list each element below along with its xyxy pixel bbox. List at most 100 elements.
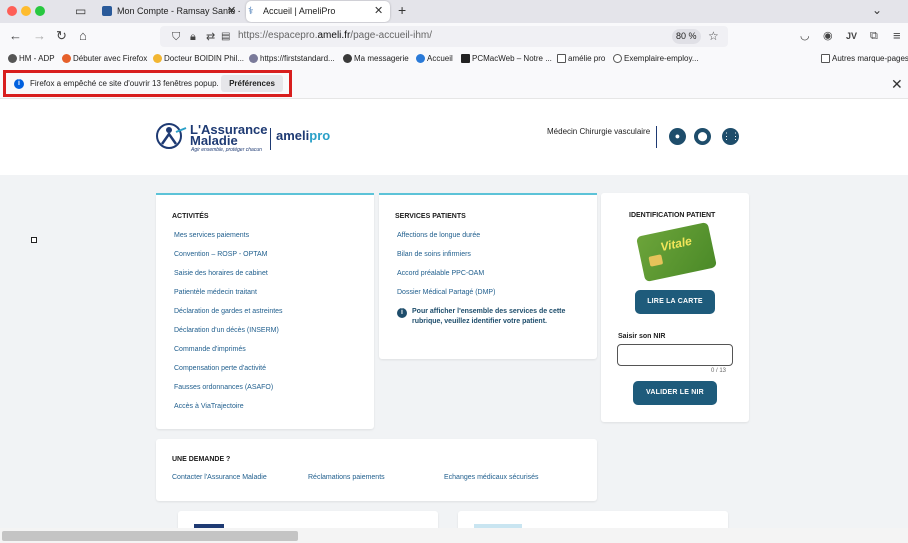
vitale-card-text: Vitale [659, 233, 693, 255]
checkbox[interactable] [31, 237, 37, 243]
bookmark-item[interactable]: Ma messagerie [343, 54, 409, 63]
url-prefix: https://espacepro. [238, 30, 318, 41]
bookmark-label: Débuter avec Firefox [73, 54, 148, 63]
lock-icon[interactable]: 🔒︎ [190, 29, 196, 45]
une-demande-card: UNE DEMANDE ? Contacter l'Assurance Mala… [156, 439, 597, 501]
window-maximize-button[interactable] [35, 6, 45, 16]
bookmark-favicon-icon [153, 54, 162, 63]
link-mes-services-paiements[interactable]: Mes services paiements [174, 232, 249, 239]
link-convention[interactable]: Convention – ROSP - OPTAM [174, 251, 268, 258]
link-dmp[interactable]: Dossier Médical Partagé (DMP) [397, 289, 495, 296]
window-minimize-button[interactable] [21, 6, 31, 16]
preferences-button[interactable]: Préférences [221, 75, 283, 92]
ameli-favicon-icon: ⚕ [248, 6, 254, 17]
bookmark-favicon-icon [249, 54, 258, 63]
tab-title: Mon Compte - Ramsay Santé - [117, 6, 240, 16]
bookmark-label: Accueil [427, 54, 453, 63]
assurance-maladie-logo-icon[interactable] [156, 120, 188, 152]
bookmark-label: Ma messagerie [354, 54, 409, 63]
zoom-level[interactable]: 80 % [672, 29, 701, 44]
divider [270, 128, 271, 150]
tab-title: Accueil | AmeliPro [263, 6, 336, 16]
bookmark-item[interactable]: HM - ADP [8, 54, 55, 63]
link-fausses-ordonnances[interactable]: Fausses ordonnances (ASAFO) [174, 384, 273, 391]
logo-text[interactable]: L'Assurance Maladie [190, 123, 268, 147]
profile-label[interactable]: Médecin Chirurgie vasculaire [547, 127, 650, 136]
nir-input[interactable] [617, 344, 733, 366]
pocket-icon[interactable]: ◡ [800, 28, 810, 44]
ramsay-favicon-icon [102, 6, 112, 16]
link-echanges-medicaux[interactable]: Echanges médicaux sécurisés [444, 474, 539, 481]
bookmark-item[interactable]: Exemplaire-employ... [613, 54, 699, 63]
tab-overview-icon[interactable]: ▭ [75, 4, 86, 18]
link-compensation[interactable]: Compensation perte d'activité [174, 365, 266, 372]
window-close-button[interactable] [7, 6, 17, 16]
bookmark-label: amélie pro [568, 54, 606, 63]
bookmark-item[interactable]: https://firststandard... [249, 54, 335, 63]
bookmark-label: PCMacWeb – Notre ... [472, 54, 552, 63]
link-bilan-soins-infirmiers[interactable]: Bilan de soins infirmiers [397, 251, 471, 258]
brand-prefix: ameli [276, 128, 310, 143]
permissions-icon[interactable]: ⇄ [206, 29, 215, 45]
bookmark-item[interactable]: Débuter avec Firefox [62, 54, 147, 63]
link-accord-prealable[interactable]: Accord préalable PPC-OAM [397, 270, 484, 277]
link-patientele[interactable]: Patientèle médecin traitant [174, 289, 257, 296]
read-card-button[interactable]: LIRE LA CARTE [635, 290, 715, 314]
extensions-puzzle-icon[interactable]: ⧉ [870, 28, 878, 44]
link-horaires-cabinet[interactable]: Saisie des horaires de cabinet [174, 270, 268, 277]
scrollbar-thumb[interactable] [2, 531, 298, 541]
forward-arrow-icon[interactable]: → [33, 28, 46, 44]
tab-amelipro[interactable]: ⚕ Accueil | AmeliPro ✕ [246, 1, 390, 22]
location-pin-icon[interactable]: ⬤ [694, 128, 711, 145]
activites-card: ACTIVITÉS Mes services paiements Convent… [156, 193, 374, 429]
card-title: UNE DEMANDE ? [172, 456, 231, 463]
user-icon[interactable]: ● [669, 128, 686, 145]
url-bar[interactable]: ⛉ 🔒︎ ⇄ ▤ https://espacepro.ameli.fr/page… [160, 26, 728, 47]
identification-patient-card: IDENTIFICATION PATIENT Vitale LIRE LA CA… [601, 193, 749, 422]
bookmark-label: Docteur BOIDIN Phil... [164, 54, 245, 63]
hamburger-menu-icon[interactable]: ≡ [893, 28, 901, 44]
extension-icon[interactable]: JV [846, 28, 857, 44]
logo-tagline: Agir ensemble, protéger chacun [191, 147, 262, 153]
back-arrow-icon[interactable]: ← [9, 28, 22, 44]
url-domain: ameli.fr [317, 30, 351, 41]
new-tab-icon[interactable]: + [398, 2, 406, 18]
chip-icon [648, 254, 664, 267]
link-contacter-assurance-maladie[interactable]: Contacter l'Assurance Maladie [172, 474, 267, 481]
identify-patient-note: Pour afficher l'ensemble des services de… [412, 308, 566, 325]
bookmark-label: Exemplaire-employ... [624, 54, 699, 63]
bookmark-item[interactable]: amélie pro [557, 54, 605, 63]
services-patients-card: SERVICES PATIENTS Affections de longue d… [379, 193, 597, 359]
close-tab-icon[interactable]: ✕ [227, 1, 236, 22]
link-affections-longue-duree[interactable]: Affections de longue durée [397, 232, 480, 239]
bookmark-star-icon[interactable]: ☆ [708, 28, 719, 44]
url-text[interactable]: https://espacepro.ameli.fr/page-accueil-… [238, 30, 432, 41]
apps-grid-icon[interactable]: ⋮⋮ [722, 128, 740, 145]
close-icon[interactable]: ✕ [891, 76, 903, 93]
chevron-down-icon[interactable]: ⌄ [872, 3, 882, 17]
tab-ramsay[interactable]: Mon Compte - Ramsay Santé - ✕ [100, 1, 240, 22]
card-accent-bar [379, 193, 597, 195]
link-viatrajectoire[interactable]: Accès à ViaTrajectoire [174, 403, 244, 410]
home-icon[interactable]: ⌂ [79, 28, 87, 44]
validate-nir-button[interactable]: VALIDER LE NIR [633, 381, 717, 405]
bookmark-item[interactable]: PCMacWeb – Notre ... [461, 54, 552, 63]
bookmark-item[interactable]: Docteur BOIDIN Phil... [153, 54, 244, 63]
account-icon[interactable]: ◉ [823, 28, 833, 44]
link-reclamations-paiements[interactable]: Réclamations paiements [308, 474, 385, 481]
bookmark-favicon-icon [416, 54, 425, 63]
bookmark-label: Autres marque-pages [832, 54, 908, 63]
amelipro-brand[interactable]: amelipro [276, 128, 330, 143]
bookmark-item[interactable]: Accueil [416, 54, 453, 63]
close-tab-icon[interactable]: ✕ [374, 1, 383, 22]
link-gardes-astreintes[interactable]: Déclaration de gardes et astreintes [174, 308, 283, 315]
reload-icon[interactable]: ↻ [56, 28, 67, 44]
navigation-bar: ← → ↻ ⌂ ⛉ 🔒︎ ⇄ ▤ https://espacepro.ameli… [0, 23, 908, 50]
shield-icon[interactable]: ⛉ [172, 29, 180, 45]
bookmark-label: HM - ADP [19, 54, 55, 63]
bookmark-item[interactable]: Autres marque-pages [821, 54, 908, 63]
globe-icon [613, 54, 622, 63]
link-declaration-deces[interactable]: Déclaration d'un décès (INSERM) [174, 327, 279, 334]
link-commande-imprimes[interactable]: Commande d'imprimés [174, 346, 246, 353]
tab-bar: ▭ Mon Compte - Ramsay Santé - ✕ ⚕ Accuei… [0, 0, 908, 23]
